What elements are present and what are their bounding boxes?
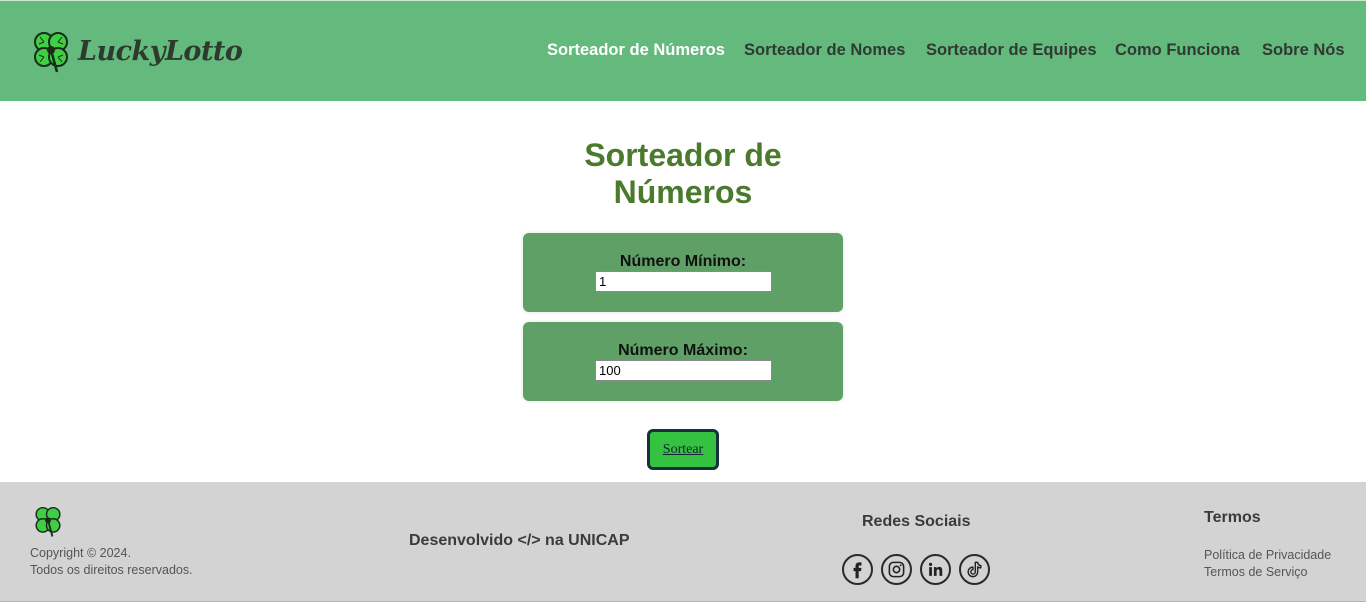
- page-title-line2: Números: [613, 174, 753, 210]
- nav-como-funciona[interactable]: Como Funciona: [1115, 41, 1240, 63]
- clover-icon: [35, 506, 61, 537]
- terms-title: Termos: [1204, 509, 1261, 526]
- logo-link[interactable]: LuckyLotto: [28, 28, 243, 74]
- tiktok-icon: [967, 561, 982, 578]
- copyright-text: Copyright © 2024. Todos os direitos rese…: [30, 545, 193, 579]
- max-number-label: Número Máximo:: [618, 342, 748, 359]
- linkedin-link[interactable]: [920, 554, 951, 585]
- nav-sobre-nos[interactable]: Sobre Nós: [1262, 41, 1345, 63]
- site-footer: Copyright © 2024. Todos os direitos rese…: [0, 482, 1366, 602]
- nav-sorteador-equipes[interactable]: Sorteador de Equipes: [926, 41, 1097, 63]
- facebook-link[interactable]: [842, 554, 873, 585]
- max-number-input[interactable]: [595, 360, 772, 381]
- page-title: Sorteador de Números: [533, 137, 833, 211]
- site-header: LuckyLotto Sorteador de Números Sorteado…: [0, 0, 1366, 101]
- draw-button[interactable]: Sortear: [647, 429, 719, 470]
- brand-name: LuckyLotto: [78, 35, 243, 67]
- clover-icon: [34, 32, 68, 73]
- privacy-policy-link[interactable]: Política de Privacidade: [1204, 548, 1331, 562]
- tiktok-link[interactable]: [959, 554, 990, 585]
- linkedin-icon: [928, 562, 943, 576]
- nav-sorteador-nomes[interactable]: Sorteador de Nomes: [744, 41, 905, 63]
- developed-by: Desenvolvido </> na UNICAP: [409, 532, 630, 549]
- nav-sorteador-numeros[interactable]: Sorteador de Números: [547, 41, 725, 63]
- instagram-link[interactable]: [881, 554, 912, 585]
- min-number-input[interactable]: [595, 271, 772, 292]
- social-title: Redes Sociais: [862, 513, 971, 530]
- instagram-icon: [888, 561, 905, 578]
- max-number-card: Número Máximo:: [523, 322, 843, 401]
- page-title-line1: Sorteador de: [584, 137, 782, 173]
- min-number-card: Número Mínimo:: [523, 233, 843, 312]
- rights-line: Todos os direitos reservados.: [30, 563, 193, 577]
- min-number-label: Número Mínimo:: [619, 253, 747, 270]
- facebook-icon: [853, 562, 862, 579]
- terms-of-service-link[interactable]: Termos de Serviço: [1204, 565, 1308, 579]
- copyright-line: Copyright © 2024.: [30, 546, 131, 560]
